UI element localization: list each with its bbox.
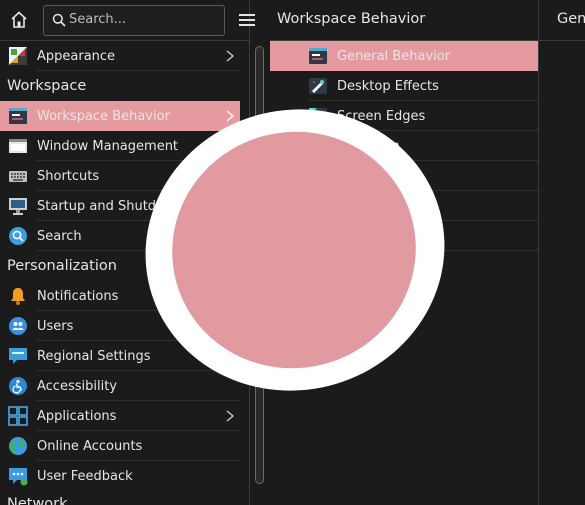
chevron-right-icon (226, 50, 234, 62)
general-behavior-icon (309, 48, 327, 64)
subpanel-item-ps[interactable]: ps (270, 191, 538, 221)
screen-edges-icon (309, 108, 327, 124)
chevron-right-icon (226, 410, 234, 422)
subpanel-item-label: ps (407, 198, 423, 214)
sidebar-item-search[interactable]: Search (0, 221, 240, 251)
sidebar-item-workspace-behavior[interactable]: Workspace Behavior (0, 101, 240, 131)
sidebar-item-label: Workspace Behavior (37, 108, 170, 124)
category-personalization: Personalization (7, 258, 117, 274)
subpanel-item-label: General Behavior (337, 48, 451, 64)
keyboard-icon (9, 171, 27, 182)
search-settings-icon (9, 227, 27, 245)
sidebar-item-shortcuts[interactable]: Shortcuts (0, 161, 240, 191)
sidebar-item-label: Users (37, 318, 74, 334)
window-management-icon (9, 139, 27, 153)
sidebar-scrollbar[interactable] (255, 46, 264, 484)
category-workspace: Workspace (7, 78, 87, 94)
subcategory-panel: Workspace Behavior General Behavior Desk… (270, 0, 539, 505)
subpanel-item-general-behavior[interactable]: General Behavior (270, 41, 538, 71)
subpanel-item-desktop-effects[interactable]: Desktop Effects (270, 71, 538, 101)
accessibility-icon (9, 377, 27, 395)
sidebar-item-label: Online Accounts (37, 438, 143, 454)
sidebar-item-applications[interactable]: Applications (0, 401, 240, 431)
sidebar-item-label: User Feedback (37, 468, 133, 484)
sidebar-item-label: Shortcuts (37, 168, 100, 184)
desktop-effects-icon (309, 78, 327, 94)
monitor-icon (9, 198, 27, 215)
sidebar: Appearance Workspace Workspace Behavior … (0, 0, 250, 505)
sidebar-item-label: Window Management (37, 138, 179, 154)
subpanel-header: Workspace Behavior (270, 0, 538, 41)
sidebar-item-label: Startup and Shutdown (37, 198, 183, 214)
detail-title: Gen (557, 11, 585, 27)
sidebar-item-user-feedback[interactable]: User Feedback (0, 461, 240, 491)
sidebar-item-appearance[interactable]: Appearance (0, 41, 240, 71)
sidebar-item-label: Search (37, 228, 82, 244)
subpanel-item-king[interactable]: king (270, 161, 538, 191)
globe-icon (9, 437, 27, 455)
subpanel-item-screen-edges[interactable]: Screen Edges (270, 101, 538, 131)
subpanel-item-label: king (383, 168, 411, 184)
king-icon (308, 166, 328, 186)
sidebar-item-users[interactable]: Users (0, 311, 240, 341)
subpanel-item-label: Screen (355, 138, 400, 154)
sidebar-item-regional-settings[interactable]: Regional Settings (0, 341, 240, 371)
sidebar-item-startup-shutdown[interactable]: Startup and Shutdown (0, 191, 240, 221)
search-input[interactable] (69, 6, 219, 33)
subpanel-item-blank[interactable] (270, 221, 538, 251)
sidebar-toolbar (0, 0, 249, 41)
users-icon (9, 317, 27, 335)
applications-icon (8, 406, 28, 426)
search-field[interactable] (43, 5, 225, 36)
sidebar-item-label: Applications (37, 408, 117, 424)
sidebar-item-label: Accessibility (37, 378, 117, 394)
sidebar-item-accessibility[interactable]: Accessibility (0, 371, 240, 401)
sidebar-item-label: Notifications (37, 288, 119, 304)
subpanel-item-label: Desktop Effects (337, 78, 439, 94)
hamburger-menu-icon[interactable] (236, 9, 258, 31)
screen-icon (308, 136, 328, 156)
search-icon (52, 13, 66, 27)
workspace-behavior-icon (9, 108, 27, 124)
panel-title: Workspace Behavior (277, 11, 426, 27)
sidebar-item-online-accounts[interactable]: Online Accounts (0, 431, 240, 461)
appearance-icon (9, 47, 27, 65)
category-network: Network (7, 496, 68, 505)
regional-settings-icon (9, 348, 27, 364)
home-icon[interactable] (7, 8, 31, 32)
chevron-right-icon (226, 110, 234, 122)
feedback-icon (9, 468, 28, 486)
subpanel-item-screen[interactable]: Screen (270, 131, 538, 161)
sidebar-item-notifications[interactable]: Notifications (0, 281, 240, 311)
detail-header: Gen (539, 0, 585, 41)
ps-icon (308, 196, 328, 216)
sidebar-item-label: Appearance (37, 48, 116, 64)
subpanel-item-label: Screen Edges (337, 108, 426, 124)
detail-panel: Gen (539, 0, 585, 505)
sidebar-item-label: Regional Settings (37, 348, 151, 364)
bell-icon (11, 288, 25, 305)
sidebar-item-window-management[interactable]: Window Management (0, 131, 240, 161)
